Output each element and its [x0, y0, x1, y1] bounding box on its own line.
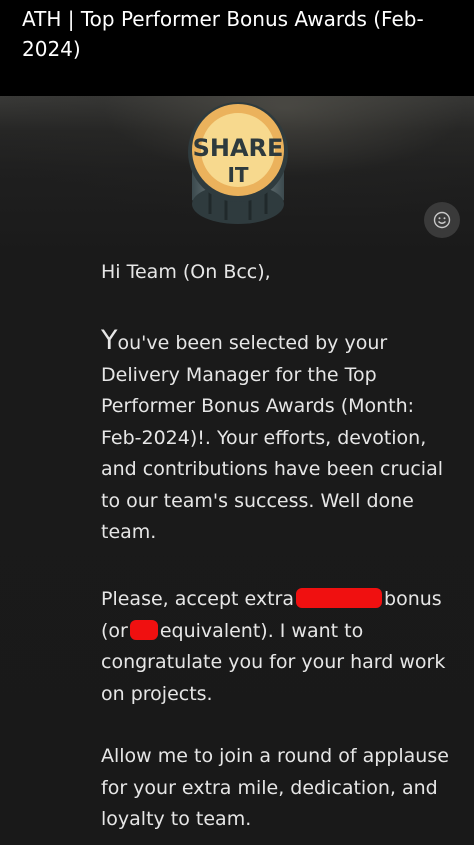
- add-reaction-button[interactable]: [424, 202, 460, 238]
- share-it-logo: SHARE IT: [188, 102, 288, 224]
- email-body[interactable]: SHARE IT Hi Team (On Bcc), You've been s…: [0, 96, 474, 845]
- email-subject: ATH | Top Performer Bonus Awards (Feb-20…: [22, 7, 424, 61]
- selection-text-end: -2024)!. Your efforts, devotion, and con…: [101, 426, 443, 544]
- redacted-amount: [296, 588, 383, 608]
- bonus-text-1: Please, accept extra: [101, 588, 295, 610]
- logo-text-it: IT: [227, 163, 248, 187]
- applause-paragraph: Allow me to join a round of applause for…: [101, 745, 449, 830]
- logo-text-share: SHARE: [193, 134, 284, 162]
- month-text: Feb: [101, 426, 135, 449]
- bonus-paragraph: Please, accept extra bonus (or equivalent)…: [101, 584, 451, 710]
- smiley-icon: [433, 211, 451, 229]
- greeting-text: Hi Team (On Bcc),: [101, 261, 271, 283]
- drop-cap: Y: [101, 325, 118, 356]
- selection-text: ou've been selected by your Delivery Man…: [101, 332, 415, 417]
- selection-paragraph: You've been selected by your Delivery Ma…: [101, 325, 451, 549]
- subject-header: ATH | Top Performer Bonus Awards (Feb-20…: [0, 0, 474, 96]
- redacted-currency: [129, 619, 158, 640]
